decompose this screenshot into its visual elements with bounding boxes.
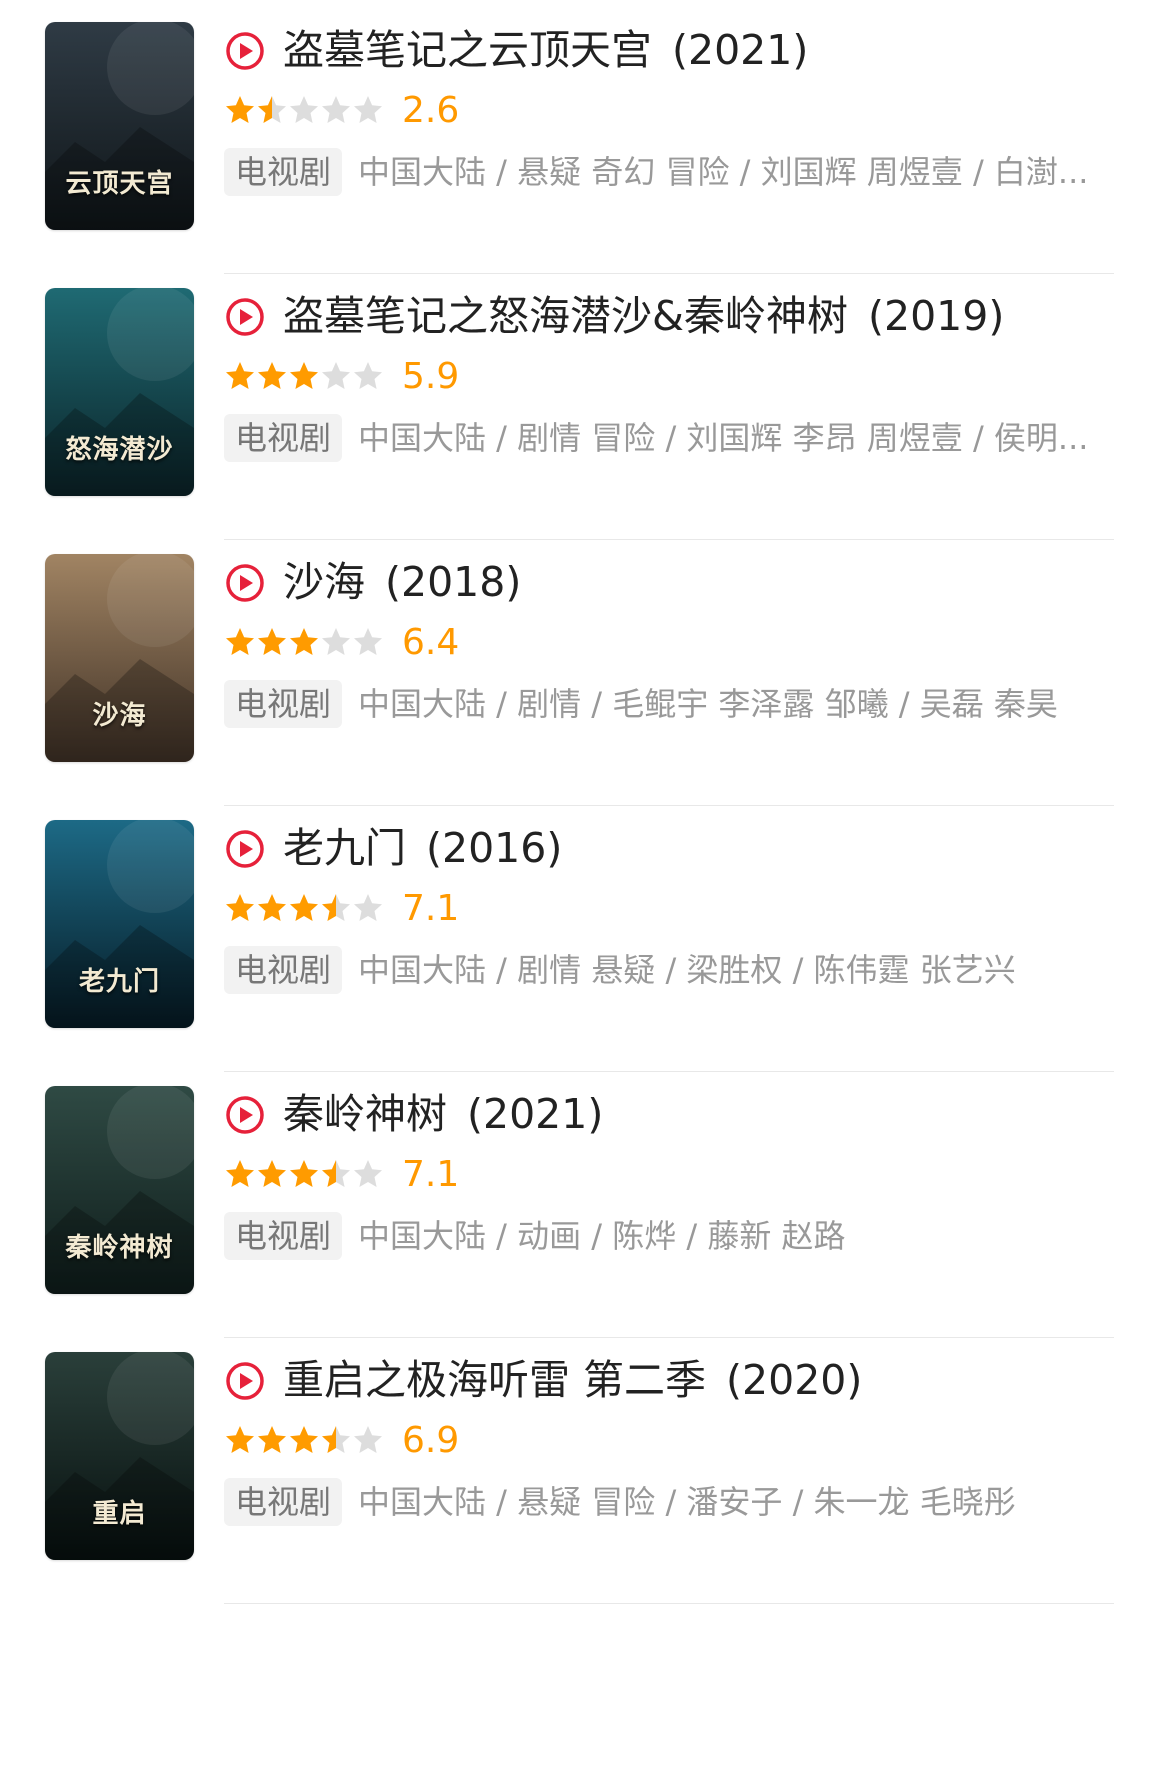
movie-title[interactable]: 盗墓笔记之云顶天宫 (2021) — [283, 20, 808, 80]
star-icon — [226, 96, 254, 123]
movie-title[interactable]: 沙海 (2018) — [283, 552, 521, 612]
star-icon — [322, 96, 350, 123]
star-icon — [258, 96, 286, 123]
star-icon — [226, 1426, 254, 1453]
play-icon[interactable] — [225, 1361, 265, 1401]
rating-score: 6.4 — [402, 622, 460, 663]
play-icon[interactable] — [225, 563, 265, 603]
star-icon — [258, 628, 286, 655]
release-year: (2021) — [672, 26, 809, 74]
star-icon — [290, 1426, 318, 1453]
poster-image[interactable]: 云顶天宫 — [45, 22, 194, 230]
movie-title-text: 重启之极海听雷 第二季 — [283, 1356, 707, 1404]
rating-score: 5.9 — [402, 356, 460, 397]
star-rating — [224, 892, 384, 926]
star-icon — [322, 362, 350, 389]
category-tag: 电视剧 — [224, 414, 343, 462]
star-rating — [224, 1424, 384, 1458]
release-year: (2020) — [726, 1356, 863, 1404]
list-item[interactable]: 沙海 沙海 (2018) 6.4 电视剧 中国大陆 / 剧情 / 毛鲲宇 李泽露 … — [0, 532, 1170, 828]
movie-title[interactable]: 老九门 (2016) — [283, 818, 562, 878]
poster-title: 重启 — [92, 1499, 147, 1529]
movie-title-text: 秦岭神树 — [283, 1090, 447, 1138]
meta-info: 中国大陆 / 悬疑 奇幻 冒险 / 刘国辉 周煜壹 / 白澍... — [358, 153, 1089, 191]
star-icon — [322, 1426, 350, 1453]
poster-image[interactable]: 怒海潜沙 — [45, 288, 194, 496]
movie-title[interactable]: 盗墓笔记之怒海潜沙&秦岭神树 (2019) — [283, 286, 1004, 346]
star-icon — [354, 628, 382, 655]
release-year: (2019) — [867, 292, 1005, 340]
poster-title: 怒海潜沙 — [65, 435, 174, 465]
movie-title-text: 盗墓笔记之云顶天宫 — [283, 26, 652, 74]
list-item[interactable]: 云顶天宫 盗墓笔记之云顶天宫 (2021) 2.6 电视剧 中国大陆 / 悬疑 奇… — [0, 0, 1170, 296]
rating-score: 2.6 — [402, 90, 460, 131]
star-icon — [290, 1160, 318, 1187]
poster-image[interactable]: 老九门 — [45, 820, 194, 1028]
movie-title-text: 盗墓笔记之怒海潜沙&秦岭神树 — [283, 292, 848, 340]
meta-info: 中国大陆 / 剧情 悬疑 / 梁胜权 / 陈伟霆 张艺兴 — [358, 951, 1016, 989]
rating-score: 6.9 — [402, 1420, 460, 1461]
star-icon — [290, 628, 318, 655]
poster-image[interactable]: 重启 — [45, 1352, 194, 1560]
poster-title: 沙海 — [92, 701, 147, 731]
play-icon[interactable] — [225, 829, 265, 869]
movie-title-text: 沙海 — [283, 558, 365, 606]
movie-title-text: 老九门 — [283, 824, 406, 872]
release-year: (2021) — [467, 1090, 604, 1138]
star-icon — [290, 894, 318, 921]
star-icon — [290, 362, 318, 389]
star-rating — [224, 626, 384, 660]
star-icon — [354, 1160, 382, 1187]
category-tag: 电视剧 — [224, 680, 343, 728]
meta-info: 中国大陆 / 悬疑 冒险 / 潘安子 / 朱一龙 毛晓彤 — [358, 1483, 1016, 1521]
category-tag: 电视剧 — [224, 946, 343, 994]
star-icon — [258, 362, 286, 389]
poster-title: 老九门 — [78, 967, 160, 997]
category-tag: 电视剧 — [224, 1212, 343, 1260]
star-icon — [258, 894, 286, 921]
star-rating — [224, 360, 384, 394]
release-year: (2016) — [426, 824, 563, 872]
rating-score: 7.1 — [402, 888, 460, 929]
star-icon — [322, 1160, 350, 1187]
play-icon[interactable] — [225, 297, 265, 337]
star-icon — [354, 1426, 382, 1453]
star-icon — [226, 628, 254, 655]
search-results-list: 云顶天宫 盗墓笔记之云顶天宫 (2021) 2.6 电视剧 中国大陆 / 悬疑 奇… — [0, 0, 1170, 1767]
category-tag: 电视剧 — [224, 1478, 343, 1526]
play-icon[interactable] — [225, 31, 265, 71]
star-rating — [224, 94, 384, 128]
star-icon — [258, 1160, 286, 1187]
play-icon[interactable] — [225, 1095, 265, 1135]
category-tag: 电视剧 — [224, 148, 343, 196]
poster-title: 云顶天宫 — [65, 169, 174, 199]
list-item[interactable]: 重启 重启之极海听雷 第二季 (2020) 6.9 电视剧 中国大陆 / 悬疑 冒… — [0, 1330, 1170, 1626]
star-icon — [354, 96, 382, 123]
star-icon — [354, 894, 382, 921]
star-icon — [226, 362, 254, 389]
rating-score: 7.1 — [402, 1154, 460, 1195]
poster-title: 秦岭神树 — [65, 1233, 174, 1263]
star-rating — [224, 1158, 384, 1192]
movie-title[interactable]: 秦岭神树 (2021) — [283, 1084, 603, 1144]
movie-title[interactable]: 重启之极海听雷 第二季 (2020) — [283, 1350, 862, 1410]
divider — [224, 1603, 1114, 1604]
star-icon — [290, 96, 318, 123]
star-icon — [322, 628, 350, 655]
poster-image[interactable]: 秦岭神树 — [45, 1086, 194, 1294]
list-item[interactable]: 老九门 老九门 (2016) 7.1 电视剧 中国大陆 / 剧情 悬疑 / 梁胜权… — [0, 798, 1170, 1094]
star-icon — [354, 362, 382, 389]
meta-info: 中国大陆 / 剧情 / 毛鲲宇 李泽露 邹曦 / 吴磊 秦昊 — [358, 685, 1058, 723]
meta-info: 中国大陆 / 动画 / 陈烨 / 藤新 赵路 — [358, 1217, 846, 1255]
meta-info: 中国大陆 / 剧情 冒险 / 刘国辉 李昂 周煜壹 / 侯明... — [358, 419, 1089, 457]
star-icon — [258, 1426, 286, 1453]
list-item[interactable]: 怒海潜沙 盗墓笔记之怒海潜沙&秦岭神树 (2019) 5.9 电视剧 中国大陆 /… — [0, 266, 1170, 562]
poster-image[interactable]: 沙海 — [45, 554, 194, 762]
list-item[interactable]: 秦岭神树 秦岭神树 (2021) 7.1 电视剧 中国大陆 / 动画 / 陈烨 /… — [0, 1064, 1170, 1360]
star-icon — [322, 894, 350, 921]
star-icon — [226, 894, 254, 921]
release-year: (2018) — [385, 558, 522, 606]
star-icon — [226, 1160, 254, 1187]
